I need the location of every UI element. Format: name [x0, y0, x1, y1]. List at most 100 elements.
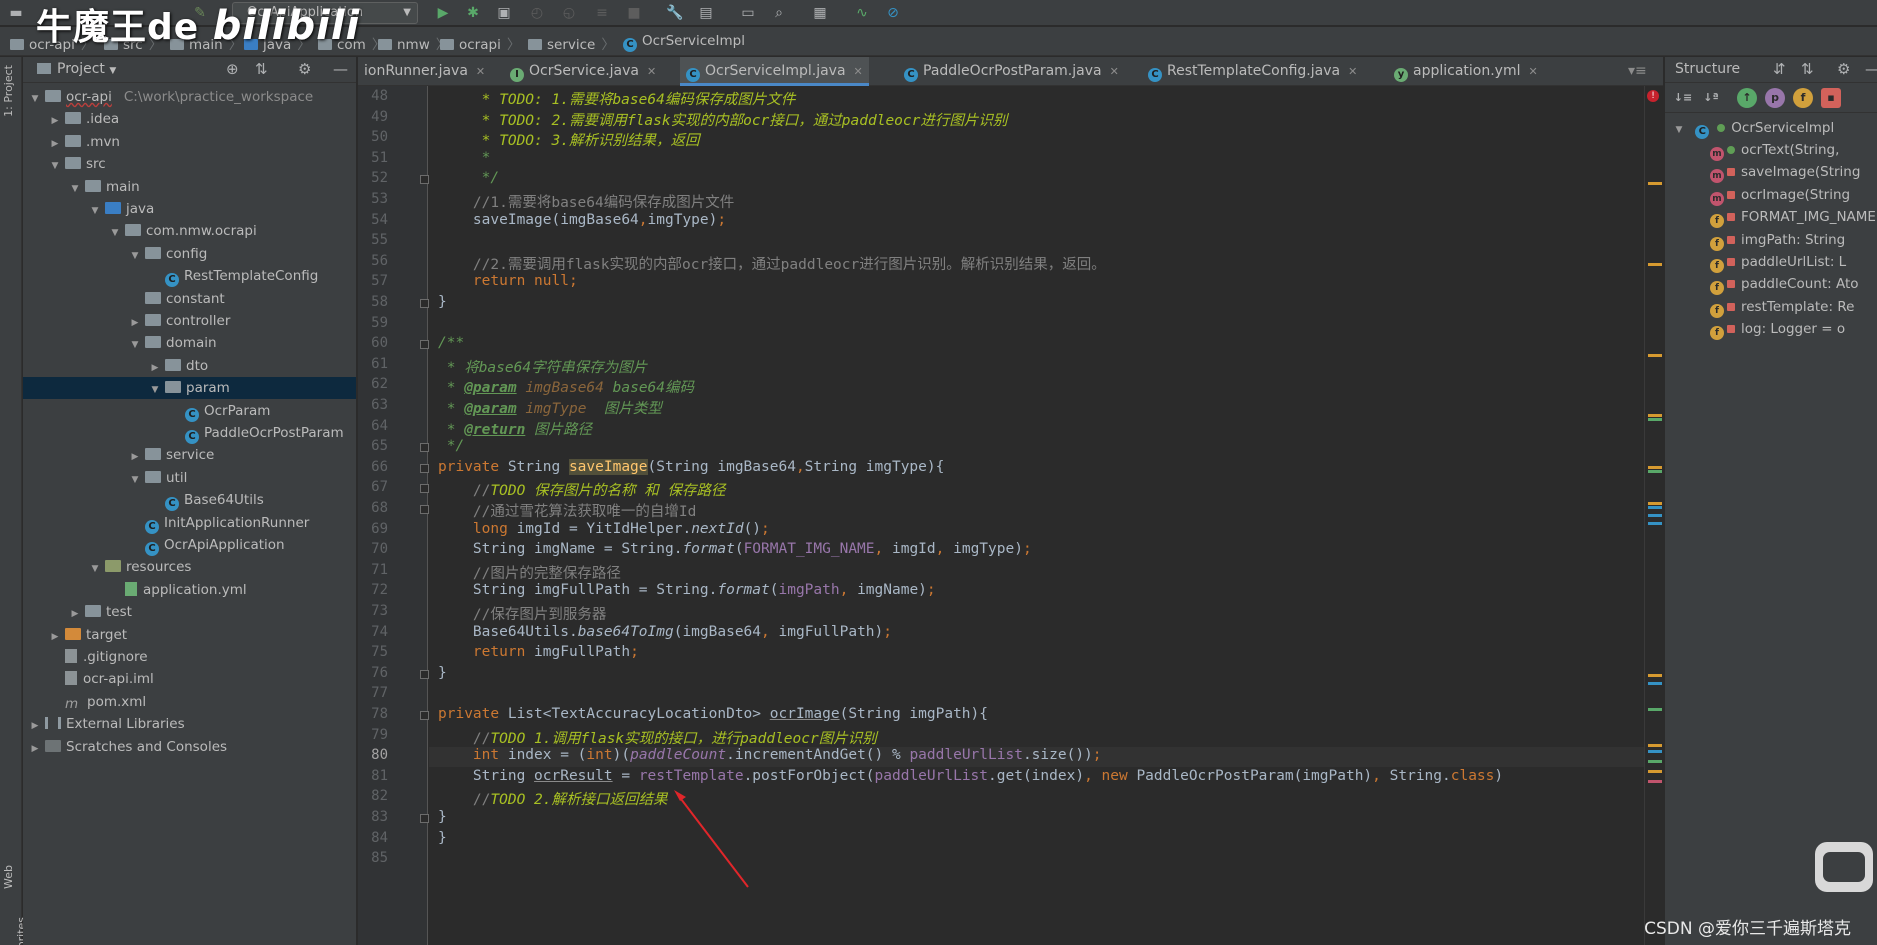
fold-marker-icon[interactable]: [420, 484, 429, 494]
gear-icon[interactable]: ⚙: [298, 60, 311, 78]
code-line[interactable]: }: [438, 830, 447, 846]
tree-item[interactable]: ocr-api.iml: [23, 668, 356, 690]
tree-item[interactable]: ▶ .mvn: [23, 131, 356, 153]
line-number[interactable]: 56: [358, 253, 388, 269]
close-icon[interactable]: ✕: [476, 65, 485, 78]
code-line[interactable]: //保存图片到服务器: [438, 603, 606, 624]
chevron-right-icon[interactable]: ▶: [29, 715, 41, 737]
tree-item[interactable]: ▼ src: [23, 153, 356, 177]
code-line[interactable]: }: [438, 294, 447, 310]
tree-item[interactable]: ▶ Scratches and Consoles: [23, 736, 356, 760]
scroll-marker[interactable]: [1648, 770, 1662, 773]
code-line[interactable]: */: [438, 438, 464, 454]
tree-item[interactable]: C PaddleOcrPostParam: [23, 422, 356, 444]
tree-item[interactable]: ▶ controller: [23, 310, 356, 332]
code-line[interactable]: //图片的完整保存路径: [438, 562, 621, 583]
code-line[interactable]: /**: [438, 335, 464, 351]
chevron-down-icon[interactable]: ▼: [69, 178, 81, 200]
locate-icon[interactable]: ⊕: [226, 60, 239, 78]
tree-item[interactable]: ▶ dto: [23, 355, 356, 379]
tree-item[interactable]: m pom.xml: [23, 691, 356, 713]
forbidden-icon[interactable]: ⊘: [883, 3, 903, 23]
tab-list-menu-icon[interactable]: ▾≡: [1622, 57, 1653, 86]
line-number[interactable]: 67: [358, 479, 388, 495]
line-number[interactable]: 64: [358, 418, 388, 434]
tree-item[interactable]: C Base64Utils: [23, 489, 356, 512]
show-inherited-icon[interactable]: ↑: [1737, 88, 1757, 108]
fold-marker-icon[interactable]: [420, 299, 429, 308]
fold-marker-icon[interactable]: [420, 175, 429, 185]
chevron-down-icon[interactable]: ▼: [89, 558, 101, 580]
code-line[interactable]: long imgId = YitIdHelper.nextId();: [438, 521, 770, 537]
folder-icon[interactable]: ▬: [6, 3, 26, 23]
line-number[interactable]: 72: [358, 582, 388, 598]
code-line[interactable]: //TODO 保存图片的名称 和 保存路径: [438, 479, 726, 500]
profile-icon[interactable]: ◴: [527, 3, 547, 23]
coverage-icon[interactable]: ▣: [494, 3, 514, 23]
tree-item[interactable]: .gitignore: [23, 646, 356, 668]
scroll-marker[interactable]: [1648, 466, 1662, 469]
tab-ocr-service[interactable]: I OcrService.java ✕: [504, 57, 662, 86]
close-icon[interactable]: ✕: [1110, 65, 1119, 78]
code-line[interactable]: int index = (int)(paddleCount.incrementA…: [438, 747, 1102, 763]
chevron-right-icon[interactable]: ▶: [149, 357, 161, 379]
structure-member[interactable]: f imgPath: String: [1665, 229, 1877, 251]
line-number[interactable]: 58: [358, 294, 388, 310]
line-number[interactable]: 82: [358, 788, 388, 804]
line-number[interactable]: 60: [358, 335, 388, 351]
scroll-marker[interactable]: [1648, 354, 1662, 357]
line-number[interactable]: 66: [358, 459, 388, 475]
line-number[interactable]: 75: [358, 644, 388, 660]
line-number[interactable]: 76: [358, 665, 388, 681]
line-number[interactable]: 68: [358, 500, 388, 516]
fold-marker-icon[interactable]: [420, 669, 429, 679]
fold-marker-icon[interactable]: [420, 814, 429, 823]
line-number[interactable]: 81: [358, 768, 388, 784]
chevron-down-icon[interactable]: ▼: [149, 379, 161, 401]
close-icon[interactable]: ✕: [647, 65, 656, 78]
code-line[interactable]: //TODO 2.解析接口返回结果: [438, 788, 668, 809]
line-number[interactable]: 71: [358, 562, 388, 578]
project-structure-icon[interactable]: ▤: [696, 3, 716, 23]
code-line[interactable]: * TODO: 1.需要将base64编码保存成图片文件: [438, 88, 796, 109]
chevron-right-icon[interactable]: ▶: [29, 738, 41, 760]
wrench-icon[interactable]: 🔧: [665, 3, 685, 23]
code-line[interactable]: String ocrResult = restTemplate.postForO…: [438, 768, 1503, 784]
hide-icon[interactable]: —: [1865, 60, 1877, 78]
tree-item[interactable]: C OcrApiApplication: [23, 534, 356, 556]
chevron-down-icon[interactable]: ▼: [129, 334, 141, 356]
web-tool-tab[interactable]: Web: [2, 865, 15, 889]
show-fields-icon[interactable]: f: [1793, 88, 1813, 108]
fold-marker-icon[interactable]: [420, 340, 429, 350]
tree-item[interactable]: C RestTemplateConfig: [23, 265, 356, 288]
show-non-public-icon[interactable]: ▪: [1821, 88, 1841, 108]
run-icon[interactable]: ▶: [433, 3, 453, 23]
activity-icon[interactable]: ∿: [852, 3, 872, 23]
stop-icon[interactable]: ■: [624, 3, 644, 23]
terminal-icon[interactable]: ▭: [738, 3, 758, 23]
line-number[interactable]: 78: [358, 706, 388, 722]
code-line[interactable]: //1.需要将base64编码保存成图片文件: [438, 191, 734, 212]
fold-marker-icon[interactable]: [420, 505, 429, 514]
line-number[interactable]: 59: [358, 315, 388, 331]
chevron-down-icon[interactable]: ▼: [49, 155, 61, 177]
code-line[interactable]: * @param imgBase64 base64编码: [438, 376, 694, 397]
scroll-marker[interactable]: [1648, 502, 1662, 505]
tree-item[interactable]: ▼ java: [23, 198, 356, 220]
breadcrumb-item[interactable]: nmw〉: [378, 33, 449, 53]
build-icon[interactable]: ≡: [592, 3, 612, 23]
tree-item[interactable]: ▼ param: [23, 377, 356, 401]
sort-alphabetically-icon[interactable]: ↓ª: [1701, 88, 1721, 108]
code-line[interactable]: //通过雪花算法获取唯一的自增Id: [438, 500, 696, 521]
code-line[interactable]: *: [438, 150, 491, 166]
tree-item[interactable]: ▼ com.nmw.ocrapi: [23, 220, 356, 242]
scroll-marker[interactable]: [1648, 522, 1662, 525]
structure-member[interactable]: f log: Logger = o: [1665, 318, 1877, 341]
structure-member[interactable]: f FORMAT_IMG_NAME: [1665, 206, 1877, 229]
gear-icon[interactable]: ⚙: [1837, 60, 1850, 78]
tree-item[interactable]: ▼ domain: [23, 332, 356, 356]
close-icon[interactable]: ✕: [1529, 65, 1538, 78]
line-number[interactable]: 63: [358, 397, 388, 413]
breadcrumb-item[interactable]: C OcrServiceImpl: [623, 33, 745, 52]
line-number[interactable]: 70: [358, 541, 388, 557]
